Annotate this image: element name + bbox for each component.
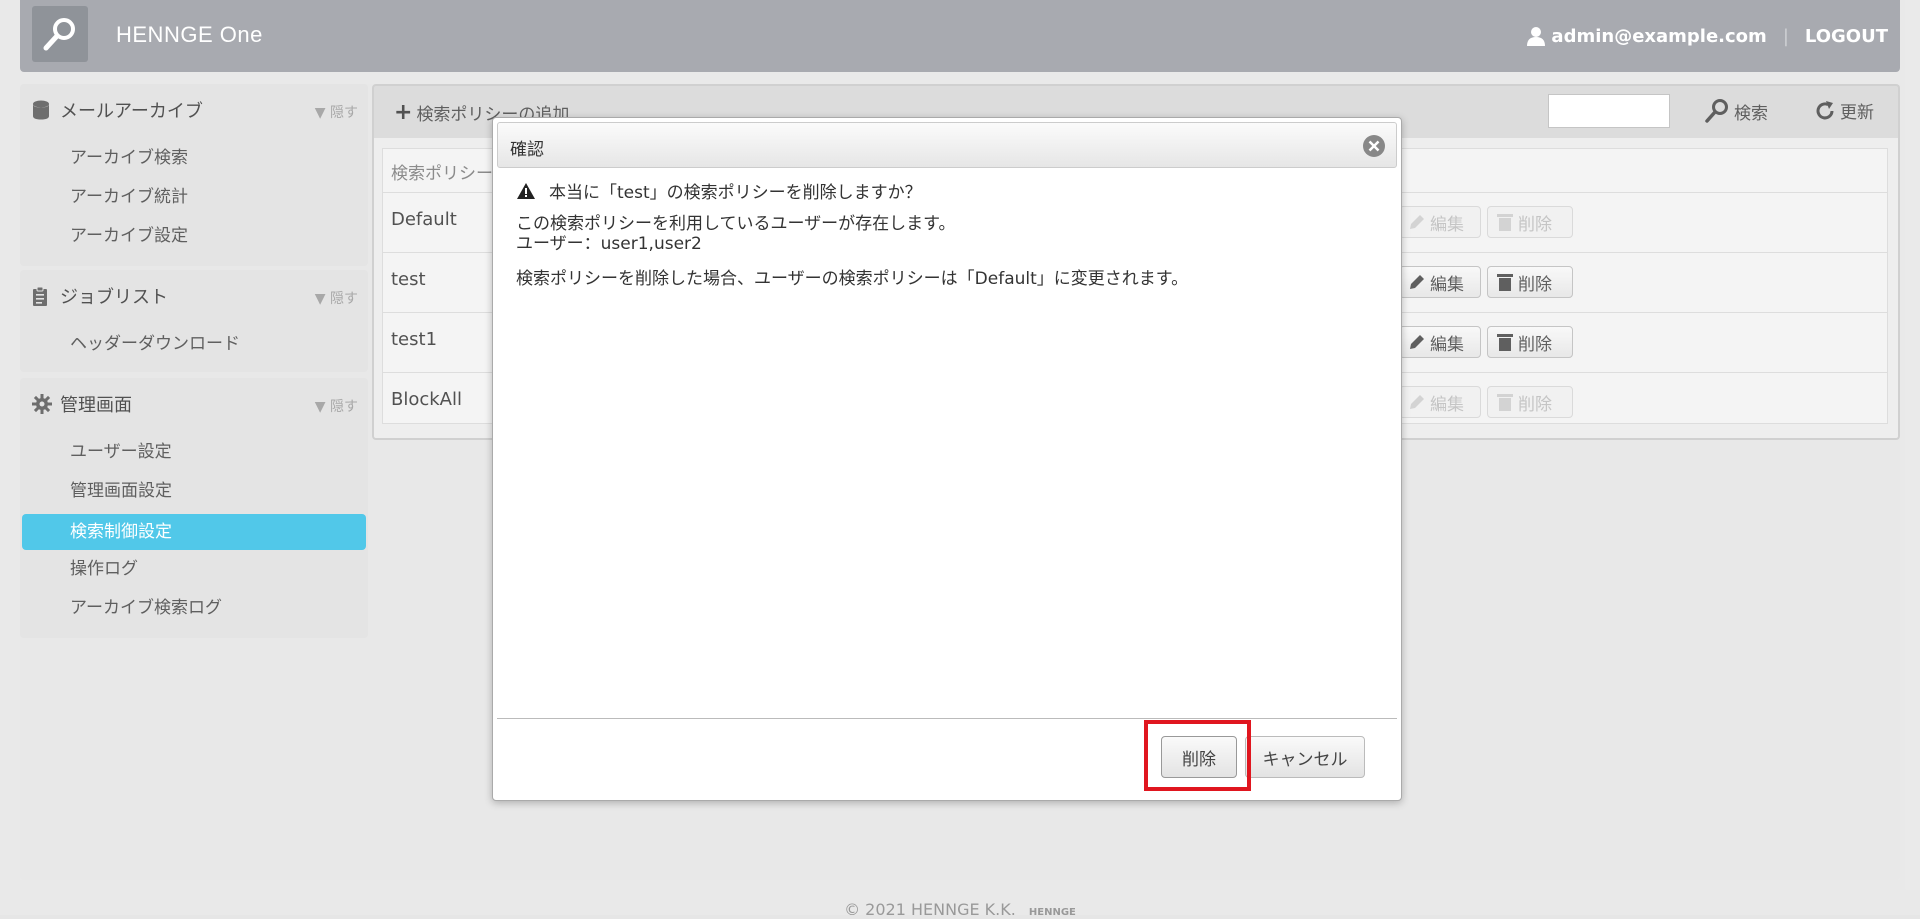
warning-message: 本当に「test」の検索ポリシーを削除しますか？ xyxy=(517,178,922,203)
dialog-title: 確認 xyxy=(510,140,544,160)
close-icon[interactable] xyxy=(1362,134,1386,158)
cancel-button[interactable]: キャンセル xyxy=(1245,736,1365,778)
dialog-divider xyxy=(497,718,1397,719)
dialog-titlebar[interactable]: 確認 xyxy=(497,122,1397,168)
dialog-message-default-note: 検索ポリシーを削除した場合、ユーザーの検索ポリシーは「Default」に変更され… xyxy=(516,269,1189,289)
confirm-dialog: 確認 本当に「test」の検索ポリシーを削除しますか？ この検索ポリシーを利用し… xyxy=(492,117,1402,801)
warning-icon xyxy=(517,182,535,199)
dialog-message-users-exist: この検索ポリシーを利用しているユーザーが存在します。 xyxy=(516,214,956,234)
dialog-message-user-list: ユーザー：user1,user2 xyxy=(516,234,702,254)
highlight-box xyxy=(1144,720,1251,791)
